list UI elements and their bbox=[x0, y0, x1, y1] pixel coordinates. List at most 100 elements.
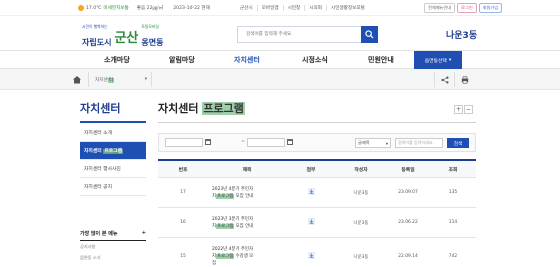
frequent-menu: 가장 많이 본 메뉴 + 공지사항 읍면동 소식 bbox=[80, 230, 146, 263]
sidebar-item-event-photos[interactable]: 자치센터 행사사진 bbox=[80, 160, 146, 178]
top-link[interactable]: 시의회 bbox=[304, 5, 326, 11]
row-number: 15 bbox=[180, 254, 186, 259]
sidebar-item-label: 자치센터 프로그램 bbox=[84, 149, 123, 154]
search-button[interactable] bbox=[361, 26, 378, 43]
weather-widget: 17.0℃ 미세먼지보통 좋음 22㎍/㎥ 2023-10-22 현재 bbox=[78, 5, 210, 11]
sidebar-item-intro[interactable]: 자치센터 소개 bbox=[80, 124, 146, 142]
top-links: 군산시 모바일앱 시민청 시의회 시민생활정보포털 bbox=[236, 5, 369, 11]
row-date: 22.09.14 bbox=[398, 254, 418, 259]
download-icon[interactable] bbox=[307, 252, 315, 259]
select-value: 글제목 bbox=[358, 140, 370, 145]
column-header: 제목 bbox=[242, 167, 252, 173]
sidebar-title: 자치센터 bbox=[80, 102, 121, 115]
dong-select-button[interactable]: 읍면동선택 ▾ bbox=[414, 51, 462, 69]
breadcrumb-label: 자치센터 bbox=[95, 77, 114, 83]
calendar-icon[interactable] bbox=[287, 139, 293, 145]
top-utility-bar: 17.0℃ 미세먼지보통 좋음 22㎍/㎥ 2023-10-22 현재 군산시 … bbox=[0, 0, 560, 16]
zoom-in-button[interactable]: + bbox=[454, 105, 463, 114]
nav-item-intro[interactable]: 소개마당 bbox=[104, 55, 130, 65]
zoom-out-button[interactable]: − bbox=[464, 105, 473, 114]
temperature: 17.0℃ bbox=[86, 5, 102, 11]
search-submit-button[interactable]: 검색 bbox=[447, 138, 469, 148]
attachment-cell bbox=[286, 188, 336, 197]
row-title[interactable]: 2023년 3분기 주민자 치프로그램 모집 안내 bbox=[208, 216, 286, 230]
row-views: 114 bbox=[448, 220, 458, 225]
top-link[interactable]: 시민청 bbox=[282, 5, 305, 11]
current-date: 2023-10-22 현재 bbox=[173, 6, 210, 11]
logo-sub: 토탈모바일 bbox=[141, 24, 159, 29]
attachment-cell bbox=[286, 252, 336, 261]
keyword-input[interactable]: 검색어를 입력하세요. bbox=[395, 138, 443, 148]
attachment-cell bbox=[286, 218, 336, 227]
column-header: 등록일 bbox=[401, 167, 415, 173]
date-range-separator: ~ bbox=[241, 139, 246, 145]
row-author: 나운3동 bbox=[353, 190, 369, 196]
nav-item-autonomy-center[interactable]: 자치센터 bbox=[234, 55, 260, 65]
search-icon bbox=[365, 30, 374, 39]
row-title[interactable]: 2023년 4분기 주민자 치프로그램 모집 안내 bbox=[208, 186, 286, 200]
column-header: 첨부 bbox=[306, 167, 316, 173]
print-icon bbox=[461, 75, 468, 84]
share-icon bbox=[440, 75, 449, 84]
search-field-select[interactable]: 글제목 ▾ bbox=[355, 138, 391, 148]
sidebar-item-program[interactable]: 자치센터 프로그램 bbox=[80, 142, 146, 160]
nav-item-city-news[interactable]: 시정소식 bbox=[302, 55, 328, 65]
chevron-down-icon: ▾ bbox=[144, 77, 147, 82]
logo-dong: 옹면동 bbox=[141, 38, 164, 47]
logo-tagline: 시민이 행복하는 bbox=[82, 24, 108, 29]
row-number: 17 bbox=[180, 190, 186, 195]
signup-button[interactable]: 회원가입 bbox=[478, 3, 503, 13]
table-header: 번호 제목 첨부 작성자 등록일 조회 bbox=[158, 161, 476, 178]
frequent-menu-item[interactable]: 공지사항 bbox=[80, 241, 146, 252]
title-divider bbox=[158, 122, 476, 123]
top-link[interactable]: 모바일앱 bbox=[256, 5, 283, 11]
table-row[interactable]: 17 2023년 4분기 주민자 치프로그램 모집 안내 나운3동 23.09.… bbox=[158, 178, 476, 208]
top-link[interactable]: 시민생활정보포털 bbox=[325, 5, 369, 11]
dong-name: 나운3동 bbox=[446, 31, 478, 41]
breadcrumb: 자치센터 ▾ bbox=[0, 69, 560, 90]
print-button[interactable] bbox=[454, 72, 474, 87]
search-input[interactable] bbox=[238, 27, 361, 42]
column-header: 조회 bbox=[448, 167, 458, 173]
chevron-down-icon: ▾ bbox=[385, 140, 388, 146]
start-date-input[interactable] bbox=[165, 138, 203, 147]
calendar-icon[interactable] bbox=[205, 139, 211, 145]
sidebar-item-label: 자치센터 소개 bbox=[84, 131, 113, 136]
site-logo[interactable]: 시민이 행복하는 자립도시 군산 토탈모바일 옹면동 bbox=[82, 24, 163, 49]
site-header: 시민이 행복하는 자립도시 군산 토탈모바일 옹면동 나운3동 bbox=[0, 16, 560, 50]
plus-icon[interactable]: + bbox=[142, 230, 146, 237]
download-icon[interactable] bbox=[307, 218, 315, 225]
sidebar-item-label: 자치센터 공지 bbox=[84, 185, 113, 190]
table-row[interactable]: 15 2022년 4분기 주민자 치프로그램 수강생 모 집 나운3동 22.0… bbox=[158, 238, 476, 267]
top-account-links: 전체메뉴안내 로그인 회원가입 bbox=[424, 3, 503, 13]
row-title[interactable]: 2022년 4분기 주민자 치프로그램 수강생 모 집 bbox=[208, 246, 286, 267]
site-search bbox=[237, 26, 378, 43]
column-header: 작성자 bbox=[354, 167, 368, 173]
login-button[interactable]: 로그인 bbox=[457, 3, 477, 13]
row-views: 135 bbox=[448, 190, 458, 195]
row-date: 23.06.22 bbox=[398, 220, 418, 225]
end-date-input[interactable] bbox=[247, 138, 285, 147]
zoom-controls: + − bbox=[454, 105, 473, 114]
sidebar-menu: 자치센터 소개 자치센터 프로그램 자치센터 행사사진 자치센터 공지 bbox=[80, 124, 146, 196]
table-row[interactable]: 16 2023년 3분기 주민자 치프로그램 모집 안내 나운3동 23.06.… bbox=[158, 208, 476, 238]
share-button[interactable] bbox=[434, 72, 454, 87]
sidebar-item-notice[interactable]: 자치센터 공지 bbox=[80, 178, 146, 196]
logo-name: 군산 bbox=[114, 31, 139, 46]
breadcrumb-current[interactable]: 자치센터 ▾ bbox=[88, 72, 152, 87]
main-nav: 소개마당 알림마당 자치센터 시정소식 민원안내 읍면동선택 ▾ bbox=[0, 50, 560, 69]
program-table: 번호 제목 첨부 작성자 등록일 조회 17 2023년 4분기 주민자 치프로… bbox=[158, 159, 476, 267]
sitemap-button[interactable]: 전체메뉴안내 bbox=[424, 3, 456, 13]
sidebar-item-label: 자치센터 행사사진 bbox=[84, 167, 121, 172]
nav-item-notice[interactable]: 알림마당 bbox=[169, 55, 195, 65]
nav-item-civil-service[interactable]: 민원안내 bbox=[368, 55, 394, 65]
sun-icon bbox=[78, 5, 84, 11]
frequent-menu-item[interactable]: 읍면동 소식 bbox=[80, 252, 146, 263]
download-icon[interactable] bbox=[307, 188, 315, 195]
top-link[interactable]: 군산시 bbox=[236, 5, 257, 11]
row-views: 742 bbox=[448, 254, 458, 259]
home-icon[interactable] bbox=[72, 75, 82, 84]
frequent-menu-title: 가장 많이 본 메뉴 bbox=[80, 231, 118, 237]
row-number: 16 bbox=[180, 220, 186, 225]
logo-city: 자립도시 bbox=[82, 38, 112, 47]
